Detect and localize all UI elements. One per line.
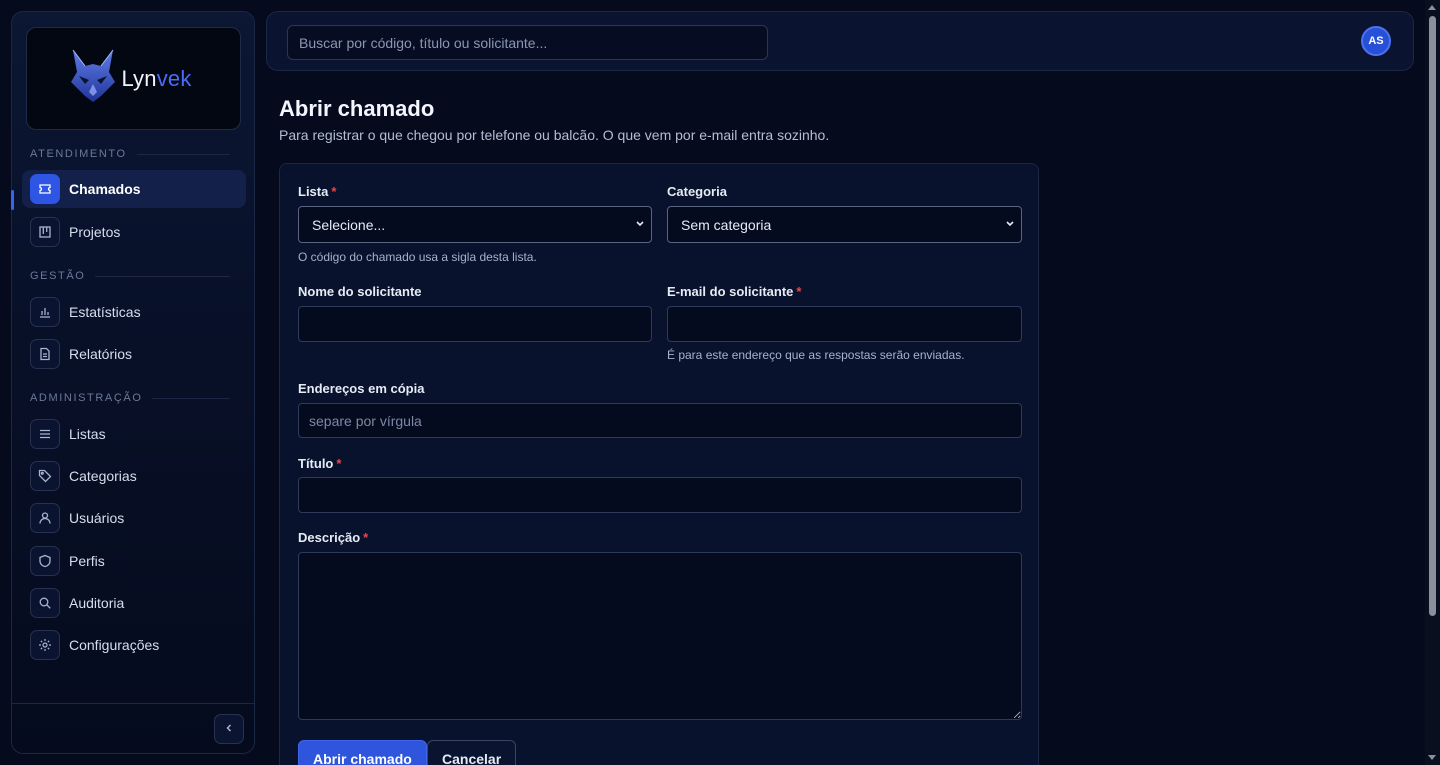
- email-label: E-mail do solicitante *: [667, 284, 802, 299]
- submit-ticket-button[interactable]: Abrir chamado: [298, 740, 427, 765]
- chevron-left-icon: [224, 720, 234, 738]
- sidebar-item-projetos[interactable]: Projetos: [22, 213, 246, 251]
- page-scrollbar[interactable]: [1425, 0, 1440, 765]
- sidebar-item-label: Perfis: [69, 553, 105, 569]
- titulo-label: Título *: [298, 456, 342, 471]
- sidebar-item-label: Projetos: [69, 224, 121, 240]
- search-input[interactable]: [287, 25, 768, 60]
- collapse-sidebar-button[interactable]: [214, 714, 244, 744]
- tag-icon: [30, 461, 60, 491]
- cancel-button[interactable]: Cancelar: [427, 740, 517, 765]
- kanban-icon: [30, 217, 60, 247]
- scroll-up-arrow[interactable]: [1428, 5, 1436, 10]
- categoria-label: Categoria: [667, 184, 727, 199]
- ticket-icon: [30, 174, 60, 204]
- sidebar-item-auditoria[interactable]: Auditoria: [22, 584, 246, 622]
- sidebar-item-label: Chamados: [69, 181, 141, 197]
- descricao-label: Descrição *: [298, 530, 369, 545]
- page-subtitle: Para registrar o que chegou por telefone…: [279, 127, 830, 143]
- sidebar-item-configuracoes[interactable]: Configurações: [22, 626, 246, 664]
- search-icon: [30, 588, 60, 618]
- brand-name: Lynvek: [121, 65, 192, 91]
- topbar: AS: [266, 11, 1414, 71]
- bar-chart-icon: [30, 297, 60, 327]
- scroll-thumb[interactable]: [1429, 16, 1436, 616]
- categoria-select[interactable]: Sem categoria: [667, 206, 1022, 243]
- section-label-atendimento: ATENDIMENTO: [30, 148, 230, 160]
- sidebar-item-categorias[interactable]: Categorias: [22, 457, 246, 495]
- titulo-input[interactable]: [298, 477, 1022, 513]
- active-indicator: [11, 190, 14, 210]
- gear-icon: [30, 630, 60, 660]
- sidebar-item-relatorios[interactable]: Relatórios: [22, 335, 246, 373]
- section-label-gestao: GESTÃO: [30, 270, 230, 282]
- email-input[interactable]: [667, 306, 1022, 342]
- new-ticket-form: Lista * Selecione... O código do chamado …: [279, 163, 1039, 765]
- sidebar-item-label: Auditoria: [69, 595, 125, 611]
- brand-logo[interactable]: Lynvek: [26, 27, 241, 130]
- sidebar-item-label: Relatórios: [69, 346, 133, 362]
- email-hint: É para este endereço que as respostas se…: [667, 348, 965, 362]
- sidebar: Lynvek ATENDIMENTO Chamados Projetos GES…: [11, 11, 255, 754]
- lynx-logo-icon: [69, 48, 117, 109]
- sidebar-item-label: Listas: [69, 426, 106, 442]
- shield-icon: [30, 546, 60, 576]
- lista-hint: O código do chamado usa a sigla desta li…: [298, 250, 537, 264]
- page-title: Abrir chamado: [279, 96, 435, 121]
- sidebar-item-label: Configurações: [69, 637, 160, 653]
- nome-label: Nome do solicitante: [298, 284, 422, 299]
- cc-label: Endereços em cópia: [298, 381, 425, 396]
- lista-select[interactable]: Selecione...: [298, 206, 652, 243]
- sidebar-item-usuarios[interactable]: Usuários: [22, 499, 246, 537]
- sidebar-item-label: Estatísticas: [69, 304, 141, 320]
- lista-label: Lista *: [298, 184, 337, 199]
- sidebar-item-label: Categorias: [69, 468, 137, 484]
- cc-input[interactable]: [298, 403, 1022, 438]
- document-icon: [30, 339, 60, 369]
- scroll-down-arrow[interactable]: [1428, 755, 1436, 760]
- section-label-administracao: ADMINISTRAÇÃO: [30, 392, 230, 404]
- sidebar-item-chamados[interactable]: Chamados: [22, 170, 246, 208]
- sidebar-item-label: Usuários: [69, 510, 125, 526]
- sidebar-item-listas[interactable]: Listas: [22, 415, 246, 453]
- list-icon: [30, 419, 60, 449]
- sidebar-divider: [12, 703, 254, 704]
- nome-input[interactable]: [298, 306, 652, 342]
- avatar[interactable]: AS: [1361, 26, 1391, 56]
- user-icon: [30, 503, 60, 533]
- sidebar-item-perfis[interactable]: Perfis: [22, 542, 246, 580]
- sidebar-item-estatisticas[interactable]: Estatísticas: [22, 293, 246, 331]
- descricao-textarea[interactable]: [298, 552, 1022, 720]
